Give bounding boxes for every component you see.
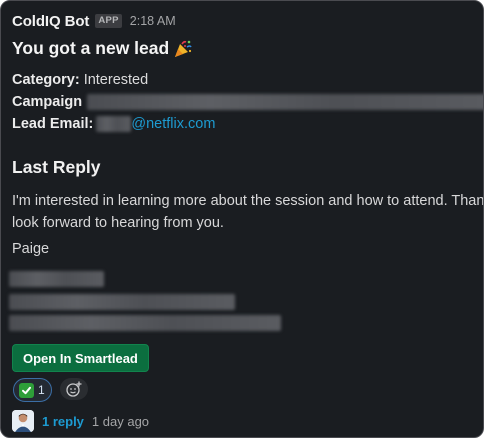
last-reply-heading: Last Reply bbox=[12, 157, 101, 177]
category-value: Interested bbox=[83, 72, 149, 88]
signature-name: Paige bbox=[12, 241, 50, 257]
campaign-label: Campaign bbox=[12, 94, 83, 110]
campaign-field: Campaign bbox=[12, 92, 483, 112]
signature-line-redacted bbox=[9, 271, 104, 287]
lead-email-field: Lead Email: @netflix.com bbox=[12, 114, 215, 134]
add-reaction-button[interactable] bbox=[60, 378, 88, 400]
message-title: You got a new lead bbox=[12, 38, 193, 59]
message-header: ColdIQ Bot APP 2:18 AM bbox=[12, 12, 176, 30]
category-field: Category: Interested bbox=[12, 70, 148, 90]
lead-email-label: Lead Email: bbox=[12, 116, 94, 132]
campaign-value-redacted bbox=[87, 94, 483, 110]
check-mark-icon bbox=[19, 382, 34, 398]
category-label: Category: bbox=[12, 72, 80, 88]
thread-summary[interactable]: 1 reply 1 day ago bbox=[12, 410, 149, 432]
slack-message-frame: ColdIQ Bot APP 2:18 AM You got a new lea… bbox=[0, 0, 484, 438]
reaction-check-mark[interactable]: 1 bbox=[13, 378, 52, 402]
party-popper-icon bbox=[173, 39, 193, 59]
reply-count-link[interactable]: 1 reply bbox=[42, 414, 84, 429]
email-local-part-redacted bbox=[96, 116, 132, 132]
title-text: You got a new lead bbox=[12, 38, 170, 58]
message-timestamp[interactable]: 2:18 AM bbox=[130, 14, 176, 28]
last-reply-time: 1 day ago bbox=[91, 413, 150, 429]
app-badge: APP bbox=[95, 14, 122, 28]
signature-line-redacted bbox=[9, 315, 281, 331]
lead-email-domain[interactable]: @netflix.com bbox=[131, 116, 215, 132]
open-in-smartlead-button[interactable]: Open In Smartlead bbox=[12, 344, 149, 372]
signature-line-redacted bbox=[9, 294, 235, 310]
reaction-count: 1 bbox=[38, 383, 45, 397]
add-emoji-icon bbox=[66, 381, 82, 397]
avatar bbox=[12, 410, 34, 432]
last-reply-body: I'm interested in learning more about th… bbox=[12, 193, 484, 231]
bot-name[interactable]: ColdIQ Bot bbox=[12, 13, 89, 30]
